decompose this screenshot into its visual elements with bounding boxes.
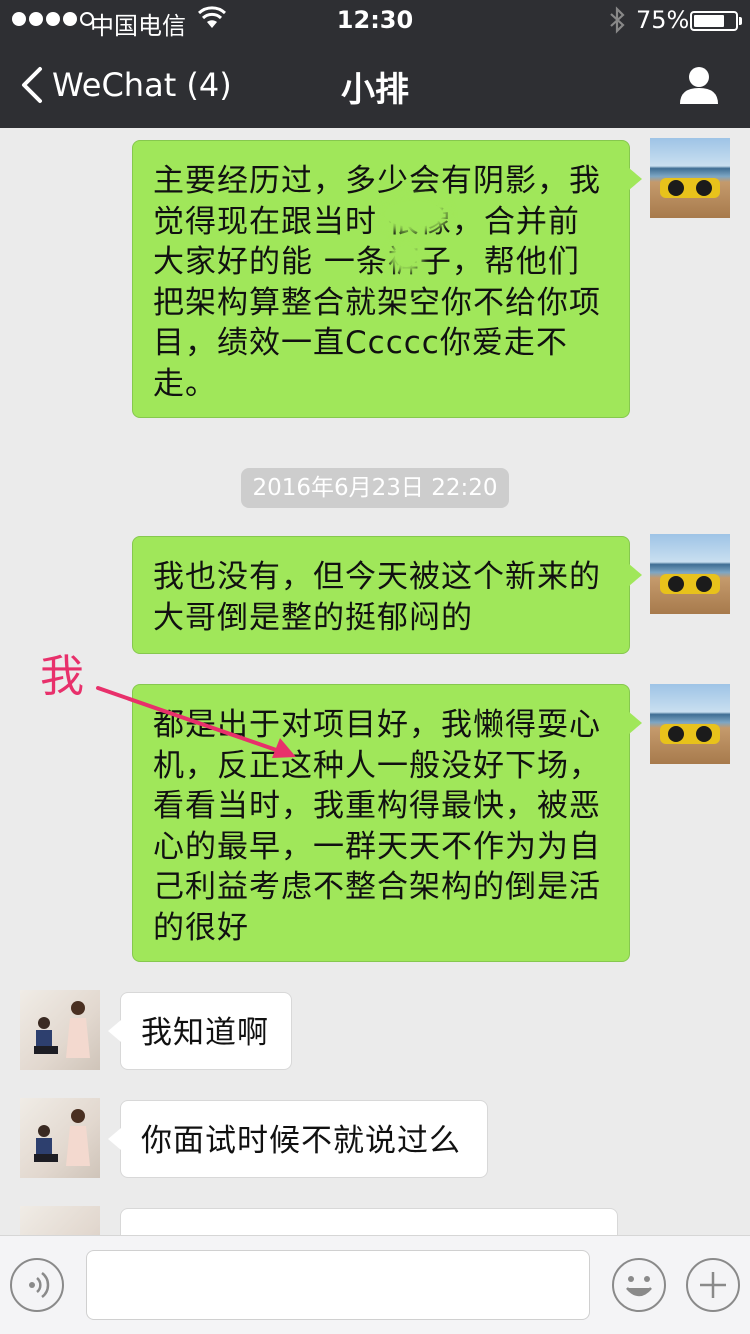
avatar[interactable] — [20, 1098, 100, 1178]
bubble-tail — [629, 168, 642, 190]
voice-icon — [29, 1272, 50, 1298]
person-figure — [34, 1017, 58, 1054]
avatar[interactable] — [650, 534, 730, 614]
timestamp: 2016年6月23日 22:20 — [241, 468, 509, 508]
message-text: 主要经历过，多少会有阴影，我觉得现在跟当时 很像，合并前大家好的能 一条裤子，帮… — [153, 163, 601, 402]
bluetooth-icon — [610, 6, 625, 34]
battery-tip — [739, 17, 742, 25]
sunglasses-icon — [660, 574, 720, 594]
message-text: 我知道啊 — [141, 1015, 269, 1051]
message-bubble-outgoing[interactable]: 我也没有，但今天被这个新来的大哥倒是整的挺郁闷的 — [132, 536, 630, 654]
battery-level-fill — [694, 15, 724, 27]
top-bar: 中国电信 12:30 75% WeChat (4) 小排 — [0, 0, 750, 128]
chat-title: 小排 — [341, 70, 409, 110]
message-text: 都是出于对项目好，我懒得耍心机，反正这种人一般没好下场，看看当时，我重构得最快，… — [153, 707, 601, 946]
bubble-tail — [629, 564, 642, 586]
redaction-blur — [385, 201, 443, 227]
person-figure — [66, 1109, 90, 1166]
avatar[interactable] — [650, 138, 730, 218]
status-bar: 中国电信 12:30 75% — [0, 0, 750, 40]
plus-icon — [700, 1272, 726, 1298]
person-figure — [66, 1001, 90, 1058]
sunglasses-icon — [660, 724, 720, 744]
avatar[interactable] — [20, 990, 100, 1070]
redaction-blur — [395, 245, 417, 267]
bubble-tail — [108, 1128, 121, 1150]
emoji-button[interactable] — [612, 1258, 666, 1312]
avatar[interactable] — [650, 684, 730, 764]
input-bar — [0, 1235, 750, 1334]
message-text: 我也没有，但今天被这个新来的大哥倒是整的挺郁闷的 — [153, 559, 601, 636]
message-input[interactable] — [86, 1250, 590, 1320]
person-icon[interactable] — [678, 64, 720, 106]
sunglasses-icon — [660, 178, 720, 198]
message-bubble-outgoing[interactable]: 主要经历过，多少会有阴影，我觉得现在跟当时 很像，合并前大家好的能 一条裤子，帮… — [132, 140, 630, 418]
battery-icon — [690, 11, 738, 31]
message-bubble-incoming[interactable]: 你面试时候不就说过么 — [120, 1100, 488, 1178]
battery-percent: 75% — [636, 6, 690, 34]
annotation-label: 我 — [40, 651, 84, 702]
person-figure — [34, 1125, 58, 1162]
bubble-tail — [629, 712, 642, 734]
emoji-icon — [626, 1276, 652, 1297]
voice-button[interactable] — [10, 1258, 64, 1312]
bubble-tail — [108, 1020, 121, 1042]
message-bubble-incoming[interactable]: 我知道啊 — [120, 992, 292, 1070]
message-bubble-outgoing[interactable]: 都是出于对项目好，我懒得耍心机，反正这种人一般没好下场，看看当时，我重构得最快，… — [132, 684, 630, 962]
message-text: 你面试时候不就说过么 — [141, 1123, 461, 1159]
add-button[interactable] — [686, 1258, 740, 1312]
